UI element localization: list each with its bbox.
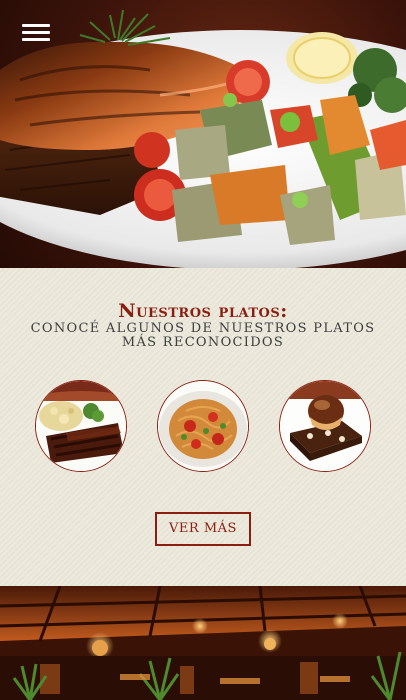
dessert-dish-illustration — [280, 381, 370, 471]
dishes-subtitle: CONOCÉ ALGUNOS DE NUESTROS PLATOS MÁS RE… — [30, 321, 376, 350]
menu-line — [22, 38, 50, 41]
dish-dessert-image[interactable] — [279, 380, 371, 472]
hero-food-image — [0, 9, 406, 268]
dish-ribs-image[interactable] — [35, 380, 127, 472]
ver-mas-button[interactable]: VER MÁS — [155, 512, 251, 546]
restaurant-banner — [0, 586, 406, 700]
hamburger-menu-icon[interactable] — [22, 22, 52, 44]
pasta-dish-illustration — [158, 381, 248, 471]
dishes-title: Nuestros platos: — [118, 300, 288, 322]
hero-banner — [0, 0, 406, 268]
restaurant-interior-image — [0, 586, 406, 700]
ribs-dish-illustration — [36, 381, 126, 471]
menu-line — [22, 31, 50, 34]
dishes-section: Nuestros platos: CONOCÉ ALGUNOS DE NUEST… — [0, 268, 406, 586]
dish-pasta-image[interactable] — [157, 380, 249, 472]
menu-line — [22, 24, 50, 27]
